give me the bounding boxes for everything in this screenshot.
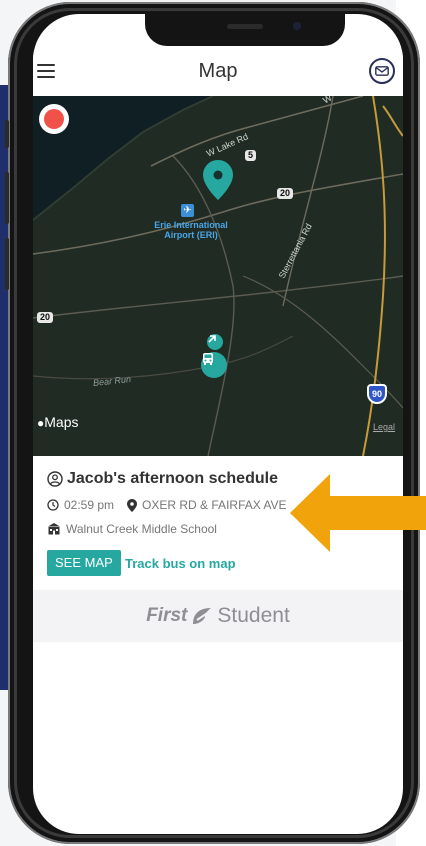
sterrettania-road (282, 96, 334, 307)
schedule-location: OXER RD & FAIRFAX AVE (142, 498, 287, 512)
record-dot-icon (44, 109, 64, 129)
apple-maps-brand: ●Maps (37, 414, 79, 430)
record-button[interactable] (39, 104, 69, 134)
front-camera (293, 22, 301, 30)
school-icon (48, 523, 60, 535)
track-bus-link[interactable]: Track bus on map (125, 556, 236, 571)
volume-down-button (5, 238, 9, 290)
legal-link[interactable]: Legal (373, 422, 395, 432)
schedule-time: 02:59 pm (64, 498, 115, 512)
schedule-title-row: Jacob's afternoon schedule (47, 470, 278, 488)
mute-switch (5, 120, 9, 148)
interstate-90-shield: 90 (367, 384, 387, 404)
schedule-school-row: Walnut Creek Middle School (47, 522, 217, 536)
speaker-grille (227, 24, 263, 29)
app-header: Map (33, 52, 403, 96)
schedule-school: Walnut Creek Middle School (66, 522, 217, 536)
bus-icon[interactable] (201, 352, 227, 378)
airport-label: Erie International Airport (ERI) (154, 220, 228, 240)
brand-first: First (146, 605, 188, 626)
phone-screen: Map W Lake Rd W Sterrettania Rd Bear Run (33, 14, 403, 834)
first-student-logo: First Student (33, 604, 403, 628)
left-arrow-annotation-icon (290, 474, 426, 552)
brand-footer: First Student (33, 590, 403, 642)
route-20-shield-east: 20 (277, 188, 294, 199)
direction-arrow-icon (207, 334, 223, 350)
map-view[interactable]: W Lake Rd W Sterrettania Rd Bear Run 5 2… (33, 96, 403, 456)
first-student-swoosh-icon (193, 608, 212, 624)
brand-second: Student (217, 604, 290, 627)
envelope-icon[interactable] (369, 58, 395, 84)
person-icon (47, 471, 63, 487)
notch (145, 14, 345, 46)
location-pin-icon (127, 498, 138, 512)
airport-icon: ✈ (181, 204, 194, 217)
see-map-button[interactable]: SEE MAP (47, 550, 121, 576)
clock-icon (47, 499, 59, 511)
route-20-shield-west: 20 (37, 312, 54, 323)
page-title: Map (198, 60, 238, 82)
destination-pin-icon[interactable] (203, 160, 233, 200)
volume-up-button (5, 172, 9, 224)
route-5-shield: 5 (245, 150, 257, 161)
schedule-title: Jacob's afternoon schedule (67, 470, 278, 487)
schedule-time-row: 02:59 pm OXER RD & FAIRFAX AVE (47, 498, 287, 512)
